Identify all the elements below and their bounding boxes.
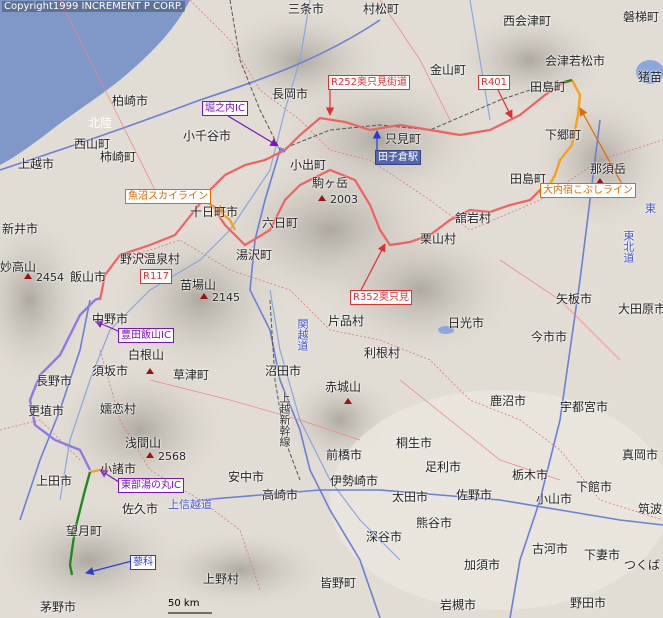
place-label: 金山町	[430, 63, 467, 77]
place-label: 前橋市	[326, 448, 363, 462]
place-label: 那須岳	[590, 162, 627, 176]
place-label: 小山市	[536, 492, 573, 506]
place-label: 野沢温泉村	[120, 252, 181, 266]
callout-tateshina[interactable]: 蓼科	[130, 555, 156, 570]
route-map[interactable]: Copyright1999 INCREMENT P CORP. 三条市 村松町 …	[0, 0, 663, 618]
callout-r252-okutadami-kaido[interactable]: R252奥只見街道	[328, 75, 411, 90]
peak-elevation-label: 2454	[36, 271, 64, 284]
scale-label: 50 km	[168, 598, 200, 609]
place-label: 柿崎町	[100, 150, 137, 164]
place-label: 栗山村	[420, 232, 457, 246]
place-label: 小諸市	[100, 462, 137, 476]
road-label-tohoku: 東北道	[622, 230, 635, 263]
callout-ouchijuku-kobushi-line[interactable]: 大内宿こぶしライン	[540, 183, 636, 198]
place-label: 三条市	[288, 2, 325, 16]
place-label: 柏崎市	[112, 94, 149, 108]
place-label: 桐生市	[396, 436, 433, 450]
place-label: 小出町	[290, 158, 327, 172]
place-label: 皆野町	[320, 576, 357, 590]
callout-r117[interactable]: R117	[140, 269, 173, 284]
place-label: 十日町市	[190, 205, 239, 219]
place-label: 太田市	[392, 490, 429, 504]
place-label: 村松町	[363, 2, 400, 16]
place-label: 舘岩村	[455, 211, 492, 225]
place-label: 湯沢町	[236, 248, 273, 262]
place-label: 真岡市	[622, 448, 659, 462]
place-label: 上越市	[18, 157, 55, 171]
place-label: 小千谷市	[183, 129, 232, 143]
place-label: 新井市	[2, 222, 39, 236]
place-label: 下館市	[576, 480, 613, 494]
place-label: 白根山	[128, 348, 165, 362]
place-label: 宇都宮市	[560, 400, 609, 414]
place-label: 古河市	[532, 542, 569, 556]
place-label: 伊勢崎市	[330, 474, 379, 488]
place-label: 栃木市	[512, 468, 549, 482]
place-label: 加須市	[464, 558, 501, 572]
place-label: 熊谷市	[416, 516, 453, 530]
callout-horinouchi-ic[interactable]: 堀之内IC	[202, 101, 248, 116]
place-label: 野田市	[570, 596, 607, 610]
place-label: 飯山市	[70, 270, 107, 284]
road-label-joetsu-shinkansen: 上越新幹線	[278, 392, 291, 447]
place-label: 六日町	[262, 216, 299, 230]
place-label: 大田原市	[618, 302, 663, 316]
place-label: 妙高山	[0, 260, 37, 274]
callout-tobu-yunomaru-ic[interactable]: 東部湯の丸IC	[118, 478, 184, 493]
copyright-notice: Copyright1999 INCREMENT P CORP.	[2, 1, 185, 12]
place-label: 上田市	[36, 474, 73, 488]
place-label: 今市市	[531, 330, 568, 344]
place-label: 磐梯町	[623, 10, 660, 24]
peak-elevation-label: 2568	[158, 450, 186, 463]
place-label: 下妻市	[584, 548, 621, 562]
place-label: 西会津町	[503, 14, 552, 28]
place-label: 田島町	[530, 80, 567, 94]
place-label: 赤城山	[325, 380, 362, 394]
place-label: 浅間山	[125, 436, 162, 450]
place-label: 利根村	[364, 346, 401, 360]
place-label: 北陸	[88, 116, 113, 130]
callout-r401[interactable]: R401	[478, 75, 511, 90]
place-label: 茅野市	[40, 600, 77, 614]
place-label: 岩槻市	[440, 598, 477, 612]
place-label: 足利市	[425, 460, 462, 474]
road-label-jo-shinetsu: 上信越道	[168, 498, 212, 511]
place-label: 更埴市	[28, 404, 65, 418]
place-label: 下郷町	[545, 128, 582, 142]
place-label: 東	[645, 202, 656, 215]
place-label: 片品村	[328, 314, 365, 328]
place-label: 長岡市	[272, 87, 309, 101]
place-label: 会津若松市	[545, 54, 606, 68]
callout-r352-okutadami[interactable]: R352奥只見	[350, 290, 413, 305]
place-label: 上野村	[203, 572, 240, 586]
place-label: 日光市	[448, 316, 485, 330]
callout-tagokura-station[interactable]: 田子倉駅	[375, 150, 421, 165]
place-label: 高崎市	[262, 488, 299, 502]
place-label: 筑波山	[638, 502, 663, 516]
peak-elevation-label: 2003	[330, 193, 358, 206]
road-label-kanetsu: 関越道	[296, 318, 309, 351]
place-label: 中野市	[92, 312, 129, 326]
place-label: 須坂市	[92, 364, 129, 378]
callout-toyota-iiyama-ic[interactable]: 豊田飯山IC	[118, 328, 174, 343]
place-label: 安中市	[228, 470, 265, 484]
place-label: 嬬恋村	[100, 402, 137, 416]
place-label: 苗場山	[180, 278, 217, 292]
place-label: 望月町	[66, 524, 103, 538]
peak-elevation-label: 2145	[212, 291, 240, 304]
place-label: 草津町	[173, 368, 210, 382]
place-label: 只見町	[385, 132, 422, 146]
place-label: 鹿沼市	[490, 394, 527, 408]
place-label: 長野市	[36, 374, 73, 388]
place-label: 佐久市	[122, 502, 159, 516]
place-label: 深谷市	[366, 530, 403, 544]
place-label: 佐野市	[456, 488, 493, 502]
place-label: 猪苗	[638, 70, 663, 84]
place-label: 矢板市	[556, 292, 593, 306]
place-label: 沼田市	[265, 364, 302, 378]
place-label: 駒ヶ岳	[312, 176, 349, 190]
place-label: つくば	[624, 558, 661, 572]
callout-uonuma-skyline[interactable]: 魚沼スカイライン	[125, 189, 211, 204]
